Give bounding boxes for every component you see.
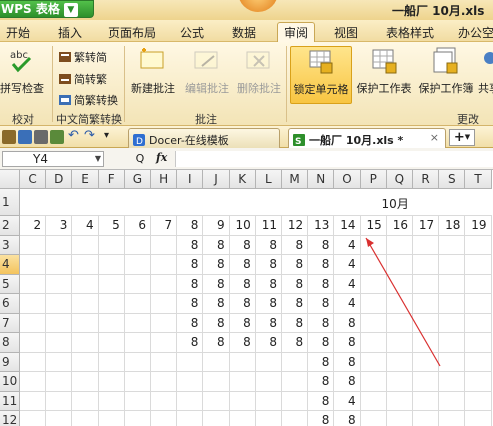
group-label-chinese-convert: 中文简繁转换 — [56, 113, 122, 126]
new-comment-label: 新建批注 — [131, 82, 175, 95]
title-bar: WPS 表格 ▼ 一船厂 10月.xls — [0, 0, 493, 20]
simp-to-trad-button[interactable]: 简转繁 — [58, 72, 107, 88]
trad-to-simp-label: 繁转简 — [74, 51, 107, 64]
formula-bar: Y4 ▼ Q fx — [0, 148, 493, 170]
undo-icon[interactable]: ↶ — [68, 129, 82, 144]
add-tab-button[interactable]: +▼ — [449, 129, 475, 146]
name-box[interactable]: Y4 ▼ — [2, 151, 104, 167]
delete-comment-icon — [246, 51, 270, 69]
chinese-convert-button[interactable]: 简繁转换 — [58, 93, 118, 109]
spell-check-label: 拼写检查 — [0, 82, 44, 95]
menu-office-space[interactable]: 办公空间 — [458, 24, 493, 41]
menu-data[interactable]: 数据 — [232, 24, 256, 41]
share-label: 共享 — [478, 82, 493, 95]
window-title: 一船厂 10月.xls — [392, 4, 485, 18]
svg-text:S: S — [295, 137, 301, 146]
menu-review[interactable]: 审阅 — [277, 22, 316, 43]
annotation-arrow — [365, 237, 441, 367]
trad-to-simp-button[interactable]: 繁转简 — [58, 50, 107, 66]
chevron-down-icon: ▼ — [63, 3, 78, 17]
arrow-head — [366, 238, 374, 247]
convert-icon — [59, 74, 71, 84]
delete-comment-label: 删除批注 — [237, 82, 281, 95]
edit-comment-button[interactable]: 编辑批注 — [182, 46, 232, 106]
protect-workbook-button[interactable]: 保护工作簿 — [416, 46, 476, 106]
app-logo-icon — [238, 0, 278, 12]
customize-toolbar-icon[interactable]: ▾ — [104, 130, 118, 144]
app-name: WPS 表格 — [1, 2, 60, 16]
save-icon[interactable] — [18, 130, 32, 144]
lock-cell-icon — [309, 50, 333, 74]
tab-docer[interactable]: D Docer-在线模板 — [128, 128, 280, 148]
svg-text:abc: abc — [10, 50, 28, 61]
docer-icon: D — [133, 134, 145, 146]
protect-workbook-label: 保护工作簿 — [418, 82, 474, 95]
formula-input[interactable] — [175, 151, 493, 167]
document-tab-bar: ↶ ↷ ▾ D Docer-在线模板 S 一船厂 10月.xls * × +▼ — [0, 126, 493, 148]
svg-text:D: D — [136, 137, 143, 146]
new-comment-icon — [140, 48, 164, 69]
group-divider — [286, 46, 287, 122]
quick-access-icon[interactable] — [2, 130, 16, 144]
add-tab-label: + — [453, 130, 465, 145]
share-icon — [484, 52, 493, 64]
group-label-proofing: 校对 — [12, 113, 34, 126]
arrow-line — [365, 237, 441, 367]
redo-icon[interactable]: ↷ — [84, 129, 98, 144]
tab-active-label: 一船厂 10月.xls * — [309, 134, 404, 147]
delete-comment-button[interactable]: 删除批注 — [234, 46, 284, 106]
protect-sheet-label: 保护工作表 — [356, 82, 412, 95]
protect-workbook-icon — [433, 47, 458, 74]
group-label-changes: 更改 — [457, 113, 479, 126]
menu-table-style[interactable]: 表格样式 — [386, 24, 434, 41]
spreadsheet-grid: C D E F G H I J K L M N O P Q R S T 1 2 3 4 5 6 7 8 9 10 11 12 2 3 4 5 6 7 8… — [0, 170, 493, 426]
edit-comment-icon — [194, 51, 218, 69]
app-menu-button[interactable]: WPS 表格 ▼ — [0, 0, 94, 18]
tab-active-document[interactable]: S 一船厂 10月.xls * × — [288, 128, 446, 148]
menu-view[interactable]: 视图 — [334, 24, 358, 41]
convert-icon — [59, 52, 71, 62]
menu-page-layout[interactable]: 页面布局 — [108, 24, 156, 41]
chinese-convert-label: 简繁转换 — [74, 94, 118, 107]
share-button[interactable]: 共享 — [478, 46, 493, 106]
protect-sheet-button[interactable]: 保护工作表 — [354, 46, 414, 106]
tab-docer-label: Docer-在线模板 — [149, 134, 229, 147]
print-preview-icon[interactable] — [50, 130, 64, 144]
print-icon[interactable] — [34, 130, 48, 144]
zoom-icon[interactable]: Q — [133, 152, 147, 166]
group-divider — [124, 46, 125, 122]
edit-comment-label: 编辑批注 — [185, 82, 229, 95]
menu-insert[interactable]: 插入 — [58, 24, 82, 41]
close-tab-icon[interactable]: × — [430, 131, 439, 144]
lock-cell-button[interactable]: 锁定单元格 — [290, 46, 352, 104]
new-comment-button[interactable]: 新建批注 — [128, 46, 178, 106]
spreadsheet-icon: S — [293, 134, 305, 146]
ribbon: abc 拼写检查 校对 繁转简 简转繁 简繁转换 中文简繁转换 新建批注 编辑批… — [0, 42, 493, 126]
menu-formulas[interactable]: 公式 — [180, 24, 204, 41]
menu-bar: 开始 插入 页面布局 公式 数据 审阅 视图 表格样式 办公空间 — [0, 20, 493, 43]
group-divider — [52, 46, 53, 122]
group-label-comments: 批注 — [195, 113, 217, 126]
spell-check-icon: abc — [10, 50, 32, 73]
menu-home[interactable]: 开始 — [6, 24, 30, 41]
name-box-value: Y4 — [33, 152, 48, 166]
chevron-down-icon[interactable]: ▼ — [95, 152, 101, 166]
spell-check-button[interactable]: abc 拼写检查 — [0, 46, 44, 106]
chevron-down-icon: ▼ — [464, 133, 471, 141]
simp-to-trad-label: 简转繁 — [74, 73, 107, 86]
function-icon[interactable]: fx — [156, 151, 167, 164]
protect-sheet-icon — [372, 49, 397, 74]
convert-icon — [59, 95, 71, 105]
lock-cell-label: 锁定单元格 — [293, 83, 349, 96]
